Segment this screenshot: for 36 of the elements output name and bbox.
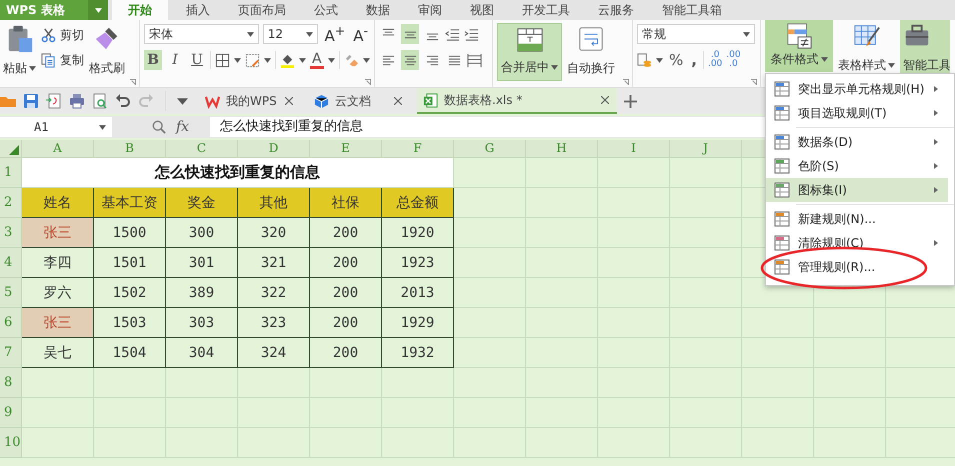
table-cell: 1929 bbox=[382, 308, 454, 338]
table-cell: 吴七 bbox=[22, 338, 94, 368]
title-cell: 怎么快速找到重复的信息 bbox=[22, 158, 454, 188]
table-cell: 200 bbox=[310, 218, 382, 248]
table-cell: 300 bbox=[166, 218, 238, 248]
table-cell: 1504 bbox=[94, 338, 166, 368]
table-cell: 200 bbox=[310, 248, 382, 278]
table-cell: 1932 bbox=[382, 338, 454, 368]
table-cell: 1923 bbox=[382, 248, 454, 278]
table-cell: 304 bbox=[166, 338, 238, 368]
header-cell: 总金额 bbox=[382, 188, 454, 218]
table-cell: 李四 bbox=[22, 248, 94, 278]
table-cell: 2013 bbox=[382, 278, 454, 308]
header-cell: 基本工资 bbox=[94, 188, 166, 218]
header-cell: 奖金 bbox=[166, 188, 238, 218]
table-cell: 303 bbox=[166, 308, 238, 338]
table-cell: 322 bbox=[238, 278, 310, 308]
table-cell: 320 bbox=[238, 218, 310, 248]
table-cell: 200 bbox=[310, 308, 382, 338]
header-cell: 社保 bbox=[310, 188, 382, 218]
table-cell: 323 bbox=[238, 308, 310, 338]
table-cell: 1501 bbox=[94, 248, 166, 278]
table-cell: 1920 bbox=[382, 218, 454, 248]
table-cell: 200 bbox=[310, 278, 382, 308]
table-cell: 张三 bbox=[22, 218, 94, 248]
table-cell: 321 bbox=[238, 248, 310, 278]
table-cell: 200 bbox=[310, 338, 382, 368]
table-cell: 1503 bbox=[94, 308, 166, 338]
table-cell: 1500 bbox=[94, 218, 166, 248]
table-cell: 389 bbox=[166, 278, 238, 308]
table-cell: 324 bbox=[238, 338, 310, 368]
header-cell: 其他 bbox=[238, 188, 310, 218]
table-cell: 301 bbox=[166, 248, 238, 278]
header-cell: 姓名 bbox=[22, 188, 94, 218]
table-cell: 张三 bbox=[22, 308, 94, 338]
table-cell: 1502 bbox=[94, 278, 166, 308]
